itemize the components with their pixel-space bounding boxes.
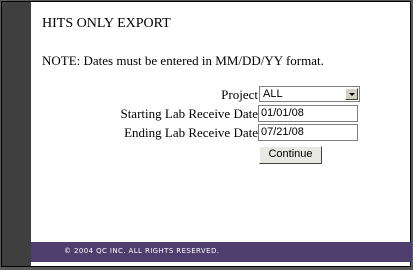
end-date-label: Ending Lab Receive Date [124,125,258,140]
chevron-down-icon[interactable] [345,88,358,100]
project-select-value: ALL [263,88,283,100]
continue-button[interactable]: Continue [259,146,322,164]
end-date-value: 07/21/08 [261,126,304,138]
page-frame: HITS ONLY EXPORT NOTE: Dates must be ent… [1,1,412,267]
start-date-value: 01/01/08 [261,107,304,119]
project-row: Project [2,86,258,104]
end-date-row: Ending Lab Receive Date [2,124,258,142]
copyright-text: © 2004 QC INC. ALL RIGHTS RESERVED. [64,247,220,255]
start-date-input[interactable]: 01/01/08 [258,105,358,122]
page-title: HITS ONLY EXPORT [42,16,171,31]
end-date-input[interactable]: 07/21/08 [258,124,358,141]
project-label: Project [221,87,258,102]
start-date-label: Starting Lab Receive Date [120,106,258,121]
date-format-note: NOTE: Dates must be entered in MM/DD/YY … [42,53,324,68]
project-select[interactable]: ALL [259,86,360,102]
footer-bar: © 2004 QC INC. ALL RIGHTS RESERVED. [31,242,412,262]
start-date-row: Starting Lab Receive Date [2,105,258,123]
